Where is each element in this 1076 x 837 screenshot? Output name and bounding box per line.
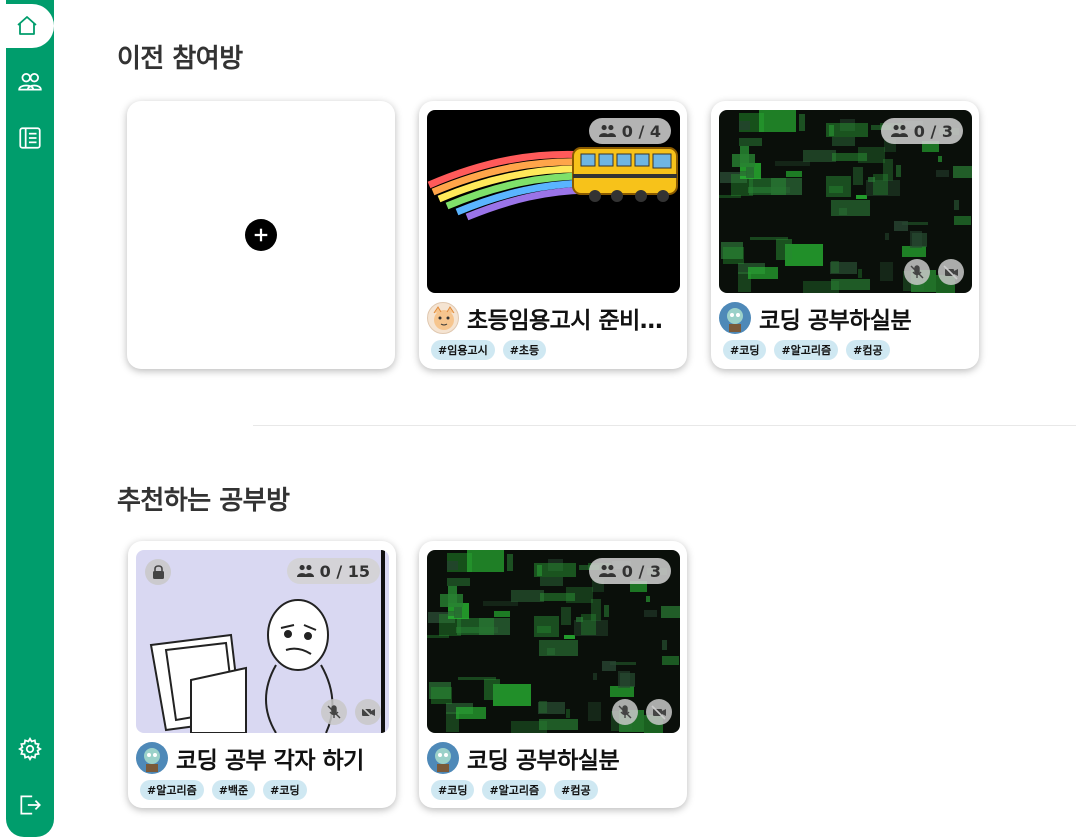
- section-divider: [253, 425, 1076, 426]
- tag: #백준: [211, 780, 256, 800]
- tag-list: #코딩 #알고리즘 #컴공: [723, 340, 890, 360]
- room-card[interactable]: 0 / 3 코딩 공부하실분 #코딩 #알고리즘 #컴공: [419, 541, 687, 808]
- room-card[interactable]: 0 / 3 코딩 공부하실분 #코딩 #알고리즘 #컴공: [711, 101, 979, 369]
- participant-count: 0 / 3: [880, 118, 963, 144]
- tag: #코딩: [263, 780, 307, 800]
- room-thumbnail: 0 / 4: [427, 110, 680, 293]
- camera-off-icon: [938, 259, 964, 285]
- avatar: [427, 302, 459, 334]
- avatar: [427, 742, 459, 774]
- users-icon: [890, 125, 908, 137]
- participant-count: 0 / 4: [588, 118, 671, 144]
- sidebar-item-home[interactable]: [0, 4, 54, 48]
- recommended-rooms-title: 추천하는 공부방: [117, 486, 290, 516]
- room-title: 코딩 공부 각자 하기: [176, 748, 364, 774]
- mic-off-icon: [904, 259, 930, 285]
- avatar: [136, 742, 168, 774]
- tag: #알고리즘: [774, 340, 839, 360]
- previous-rooms-title: 이전 참여방: [117, 44, 243, 74]
- tag: #알고리즘: [140, 780, 204, 800]
- sidebar-item-notes[interactable]: [6, 118, 54, 158]
- tag: #컴공: [554, 780, 598, 800]
- room-title: 코딩 공부하실분: [759, 308, 912, 334]
- sidebar-item-settings[interactable]: [6, 729, 54, 769]
- tag: #코딩: [723, 340, 767, 360]
- tag: #알고리즘: [482, 780, 547, 800]
- users-icon: [296, 565, 314, 577]
- tag: #컴공: [846, 340, 890, 360]
- mic-off-icon: [612, 699, 638, 725]
- participant-count: 0 / 15: [286, 558, 380, 584]
- users-icon: [598, 565, 616, 577]
- participant-count: 0 / 3: [588, 558, 671, 584]
- room-card[interactable]: 0 / 15 코딩 공부 각자 하기 #알고리즘 #백준 #코딩: [128, 541, 396, 808]
- lock-icon: [145, 559, 171, 585]
- tag-list: #코딩 #알고리즘 #컴공: [431, 780, 598, 800]
- room-card[interactable]: 0 / 4 초등임용고시 준비하는 방 #임용고시 #초등: [419, 101, 687, 369]
- sidebar-item-logout[interactable]: [6, 785, 54, 825]
- room-title: 코딩 공부하실분: [467, 748, 620, 774]
- users-icon: [18, 73, 42, 91]
- room-title: 초등임용고시 준비하는 방: [467, 308, 677, 334]
- avatar: [719, 302, 751, 334]
- gear-icon: [18, 737, 42, 761]
- tag: #초등: [502, 340, 547, 360]
- camera-off-icon: [355, 699, 381, 725]
- home-icon: [17, 16, 37, 35]
- notebook-icon: [19, 127, 41, 149]
- users-icon: [598, 125, 616, 137]
- logout-icon: [20, 795, 41, 815]
- camera-off-icon: [646, 699, 672, 725]
- plus-icon: [245, 219, 277, 251]
- add-room-button[interactable]: [127, 101, 395, 369]
- tag: #임용고시: [431, 340, 495, 360]
- mic-off-icon: [321, 699, 347, 725]
- tag-list: #알고리즘 #백준 #코딩: [140, 780, 307, 800]
- sidebar-item-friends[interactable]: [6, 62, 54, 102]
- room-thumbnail: 0 / 15: [136, 550, 389, 733]
- tag: #코딩: [431, 780, 475, 800]
- tag-list: #임용고시 #초등: [431, 340, 547, 360]
